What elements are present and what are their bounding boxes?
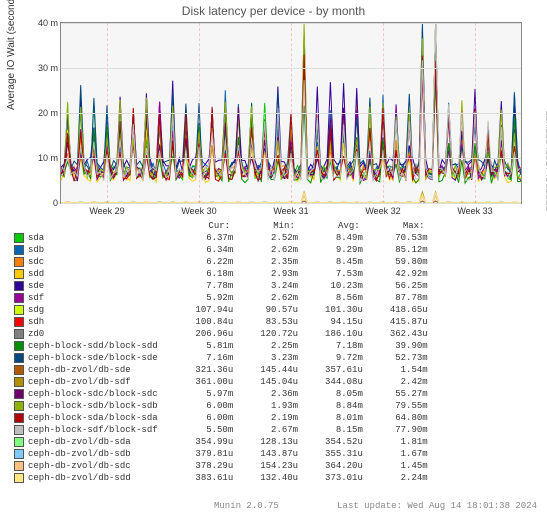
legend-text: sdg 107.94u 90.57u 101.30u 418.65u <box>28 304 428 316</box>
y-tick-label: 0 <box>53 198 58 208</box>
legend-text: sdb 6.34m 2.62m 9.29m 85.12m <box>28 244 428 256</box>
legend-row: ceph-block-sdb/block-sdb 6.00m 1.93m 8.8… <box>14 400 428 412</box>
chart-container: Disk latency per device - by month Avera… <box>0 0 547 515</box>
legend-color-box <box>14 413 24 423</box>
legend-text: sde 7.78m 3.24m 10.23m 56.25m <box>28 280 428 292</box>
legend-row: sde 7.78m 3.24m 10.23m 56.25m <box>14 280 428 292</box>
y-tick-label: 10 m <box>38 153 58 163</box>
y-tick-label: 30 m <box>38 63 58 73</box>
legend-text: sda 6.37m 2.52m 8.49m 70.53m <box>28 232 428 244</box>
legend-text: ceph-db-zvol/db-sda 354.99u 128.13u 354.… <box>28 436 428 448</box>
legend-color-box <box>14 245 24 255</box>
legend-row: sdh 100.84u 83.53u 94.15u 415.87u <box>14 316 428 328</box>
chart-footer: Munin 2.0.75 Last update: Wed Aug 14 18:… <box>14 501 537 511</box>
legend-row: sdb 6.34m 2.62m 9.29m 85.12m <box>14 244 428 256</box>
x-tick-label: Week 32 <box>365 206 400 216</box>
legend-text: ceph-block-sde/block-sde 7.16m 3.23m 9.7… <box>28 352 428 364</box>
legend-color-box <box>14 281 24 291</box>
legend-text: ceph-db-zvol/db-sdf 361.00u 145.04u 344.… <box>28 376 428 388</box>
legend-row: ceph-db-zvol/db-sde 321.36u 145.44u 357.… <box>14 364 428 376</box>
legend-text: sdh 100.84u 83.53u 94.15u 415.87u <box>28 316 428 328</box>
legend-color-box <box>14 461 24 471</box>
legend-text: ceph-block-sdd/block-sdd 5.81m 2.25m 7.1… <box>28 340 428 352</box>
x-tick-label: Week 33 <box>457 206 492 216</box>
x-gridline <box>475 23 476 203</box>
x-tick-label: Week 29 <box>89 206 124 216</box>
legend-table: Cur: Min: Avg: Max: sda 6.37m 2.52m 8.49… <box>14 220 428 484</box>
legend-row: ceph-block-sdc/block-sdc 5.97m 2.36m 8.0… <box>14 388 428 400</box>
legend-row: ceph-block-sdd/block-sdd 5.81m 2.25m 7.1… <box>14 340 428 352</box>
legend-color-box <box>14 365 24 375</box>
legend-color-box <box>14 257 24 267</box>
chart-title: Disk latency per device - by month <box>0 0 547 18</box>
legend-text: ceph-db-zvol/db-sdb 379.81u 143.87u 355.… <box>28 448 428 460</box>
legend-color-box <box>14 233 24 243</box>
legend-row: sda 6.37m 2.52m 8.49m 70.53m <box>14 232 428 244</box>
x-gridline <box>383 23 384 203</box>
legend-row: ceph-block-sda/block-sda 6.00m 2.19m 8.0… <box>14 412 428 424</box>
y-gridline <box>61 203 521 204</box>
legend-row: sdc 6.22m 2.35m 8.45m 59.80m <box>14 256 428 268</box>
legend-row: ceph-db-zvol/db-sdb 379.81u 143.87u 355.… <box>14 448 428 460</box>
legend-color-box <box>14 305 24 315</box>
legend-text: sdd 6.18m 2.93m 7.53m 42.92m <box>28 268 428 280</box>
legend-text: zd0 206.96u 120.72u 186.10u 362.43u <box>28 328 428 340</box>
legend-text: ceph-block-sda/block-sda 6.00m 2.19m 8.0… <box>28 412 428 424</box>
y-axis-label: Average IO Wait (seconds) <box>6 0 17 110</box>
legend-row: ceph-db-zvol/db-sdc 378.29u 154.23u 364.… <box>14 460 428 472</box>
legend-text: ceph-db-zvol/db-sdc 378.29u 154.23u 364.… <box>28 460 428 472</box>
legend-color-box <box>14 401 24 411</box>
legend-text: sdc 6.22m 2.35m 8.45m 59.80m <box>28 256 428 268</box>
legend-color-box <box>14 329 24 339</box>
legend-text: ceph-block-sdf/block-sdf 5.50m 2.67m 8.1… <box>28 424 428 436</box>
legend-row: sdg 107.94u 90.57u 101.30u 418.65u <box>14 304 428 316</box>
legend-header: Cur: Min: Avg: Max: <box>14 220 428 232</box>
y-tick-label: 20 m <box>38 108 58 118</box>
legend-color-box <box>14 377 24 387</box>
legend-color-box <box>14 269 24 279</box>
x-tick-label: Week 30 <box>181 206 216 216</box>
legend-text: ceph-db-zvol/db-sdd 383.61u 132.40u 373.… <box>28 472 428 484</box>
x-gridline <box>107 23 108 203</box>
last-update-label: Last update: Wed Aug 14 18:01:38 2024 <box>337 501 537 511</box>
legend-color-box <box>14 437 24 447</box>
legend-color-box <box>14 389 24 399</box>
legend-text: sdf 5.92m 2.62m 8.56m 87.78m <box>28 292 428 304</box>
generator-label: Munin 2.0.75 <box>214 501 279 511</box>
legend-color-box <box>14 317 24 327</box>
legend-color-box <box>14 293 24 303</box>
plot-area: 010 m20 m30 m40 mWeek 29Week 30Week 31We… <box>60 22 522 204</box>
legend-text: ceph-db-zvol/db-sde 321.36u 145.44u 357.… <box>28 364 428 376</box>
legend-color-box <box>14 425 24 435</box>
legend-row: ceph-block-sde/block-sde 7.16m 3.23m 9.7… <box>14 352 428 364</box>
legend-text: ceph-block-sdc/block-sdc 5.97m 2.36m 8.0… <box>28 388 428 400</box>
legend-row: ceph-db-zvol/db-sdd 383.61u 132.40u 373.… <box>14 472 428 484</box>
legend-row: sdf 5.92m 2.62m 8.56m 87.78m <box>14 292 428 304</box>
legend-text: ceph-block-sdb/block-sdb 6.00m 1.93m 8.8… <box>28 400 428 412</box>
legend-color-box <box>14 353 24 363</box>
legend-row: ceph-db-zvol/db-sdf 361.00u 145.04u 344.… <box>14 376 428 388</box>
legend-color-box <box>14 341 24 351</box>
x-tick-label: Week 31 <box>273 206 308 216</box>
legend-row: sdd 6.18m 2.93m 7.53m 42.92m <box>14 268 428 280</box>
legend-row: ceph-block-sdf/block-sdf 5.50m 2.67m 8.1… <box>14 424 428 436</box>
x-gridline <box>291 23 292 203</box>
y-tick-label: 40 m <box>38 18 58 28</box>
legend-row: zd0 206.96u 120.72u 186.10u 362.43u <box>14 328 428 340</box>
legend-color-box <box>14 449 24 459</box>
x-gridline <box>199 23 200 203</box>
legend-color-box <box>14 473 24 483</box>
legend-row: ceph-db-zvol/db-sda 354.99u 128.13u 354.… <box>14 436 428 448</box>
